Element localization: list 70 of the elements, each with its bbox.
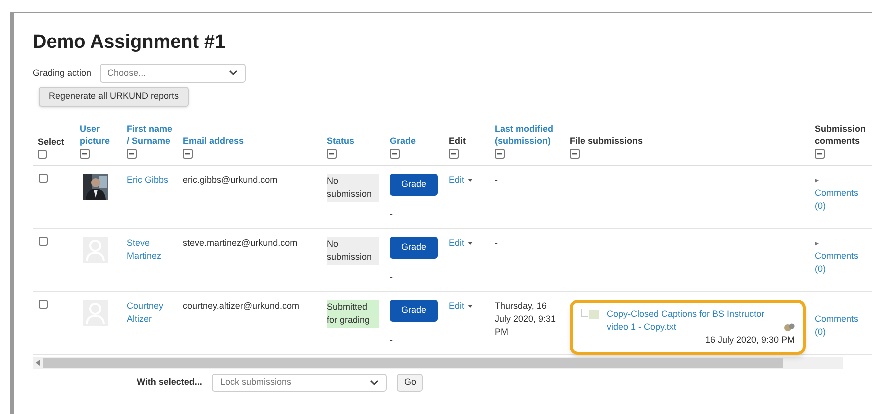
last-modified-text: Thursday, 16 July 2020, 9:31 PM (495, 300, 556, 337)
submission-status: Submitted for grading (327, 300, 379, 328)
collapse-icon[interactable] (815, 148, 825, 159)
horizontal-scrollbar[interactable] (33, 356, 843, 369)
email-text: steve.martinez@urkund.com (183, 238, 298, 248)
collapse-icon[interactable] (80, 148, 90, 159)
page-title: Demo Assignment #1 (33, 31, 226, 55)
submission-status: No submission (327, 236, 379, 265)
column-sort-link[interactable]: Email address (183, 134, 244, 147)
comments-count: (0) (815, 262, 826, 276)
column-sort-link[interactable]: Status (327, 134, 355, 147)
column-header: Edit (449, 134, 466, 147)
with-selected-label: With selected... (137, 376, 202, 389)
column-sort-link[interactable]: Last modified (submission) (495, 122, 563, 147)
column-header: File submissions (570, 134, 644, 147)
collapse-icon[interactable] (327, 148, 337, 159)
email-text: courtney.altizer@urkund.com (183, 300, 300, 311)
grade-button[interactable]: Grade (390, 300, 438, 322)
column-sort-link[interactable]: First name / Surname (127, 122, 176, 147)
column-sort-link[interactable]: User picture (80, 122, 120, 147)
regenerate-reports-button[interactable]: Regenerate all URKUND reports (39, 86, 190, 106)
caret-icon (468, 178, 473, 182)
comments-link[interactable]: Comments (815, 312, 859, 326)
scroll-left-icon[interactable] (36, 360, 40, 366)
expand-arrow[interactable]: ▸ (815, 236, 819, 250)
collapse-icon[interactable] (183, 148, 193, 159)
checkbox[interactable] (38, 150, 47, 159)
grade-value: - (390, 270, 393, 284)
collapse-icon[interactable] (449, 148, 459, 159)
checkbox[interactable] (39, 300, 48, 309)
file-link[interactable]: Copy-Closed Captions for BS Instructor video 1 - Copy.txt (607, 308, 781, 334)
checkbox[interactable] (39, 174, 48, 183)
student-name-link[interactable]: Courtney Altizer (127, 300, 178, 326)
comments-link[interactable]: Comments (815, 250, 859, 263)
comments-count: (0) (815, 326, 826, 339)
grade-value: - (390, 334, 393, 347)
student-name-link[interactable]: Steve Martinez (127, 236, 178, 263)
collapse-icon[interactable] (495, 148, 505, 159)
email-text: eric.gibbs@urkund.com (183, 174, 278, 185)
bulk-action-select[interactable]: Lock submissions (212, 374, 388, 392)
last-modified-text: - (495, 174, 498, 185)
column-header: Select (38, 136, 65, 148)
grading-action-select[interactable]: Choose... (100, 64, 246, 83)
grade-button[interactable]: Grade (390, 174, 438, 196)
grading-action-label: Grading action (33, 66, 92, 80)
go-button[interactable]: Go (397, 374, 424, 392)
last-modified-text: - (495, 238, 498, 248)
comments-link[interactable]: Comments (815, 186, 859, 200)
comments-count: (0) (815, 200, 826, 213)
checkbox[interactable] (39, 236, 48, 246)
column-sort-link[interactable]: Grade (390, 134, 416, 147)
caret-icon (468, 304, 473, 308)
collapse-icon[interactable] (127, 148, 137, 159)
file-date: 16 July 2020, 9:30 PM (705, 334, 795, 347)
column-header: Submission comments (815, 122, 868, 147)
edit-menu-link[interactable]: Edit (449, 174, 473, 187)
edit-menu-link[interactable]: Edit (449, 300, 473, 313)
chevron-down-icon (228, 70, 238, 76)
grade-button[interactable]: Grade (390, 236, 438, 259)
caret-icon (468, 242, 473, 245)
edit-menu-link[interactable]: Edit (449, 236, 473, 250)
submission-status: No submission (327, 174, 379, 202)
grade-value: - (390, 208, 393, 221)
student-name-link[interactable]: Eric Gibbs (127, 174, 169, 187)
report-gears-icon (784, 322, 795, 332)
file-icon (581, 308, 601, 319)
chevron-down-icon (370, 380, 380, 386)
collapse-icon[interactable] (390, 148, 400, 159)
expand-arrow[interactable]: ▸ (815, 174, 819, 187)
collapse-icon[interactable] (570, 148, 580, 159)
